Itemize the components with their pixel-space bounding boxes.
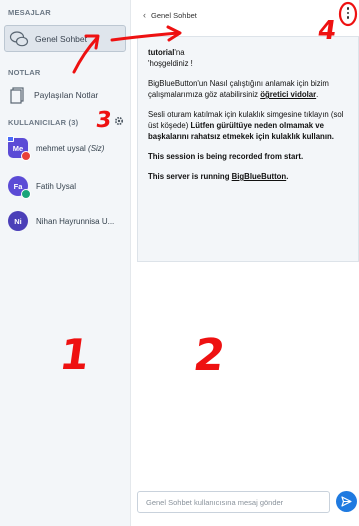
status-badge (21, 189, 31, 199)
user-item[interactable]: Me mehmet uysal (Siz) (7, 136, 128, 161)
annotation-number: 2 (190, 330, 229, 381)
status-badge (21, 151, 31, 161)
chat-header-back[interactable]: ‹ Genel Sohbet (143, 10, 197, 20)
messages-section-title: MESAJLAR (8, 8, 51, 17)
public-chat-item[interactable]: Genel Sohbet (4, 25, 126, 52)
gear-icon[interactable] (114, 116, 124, 126)
send-button[interactable] (336, 491, 357, 512)
notes-icon (10, 87, 24, 104)
tutorial-videos-link[interactable]: öğretici vidolar (260, 90, 316, 99)
shared-notes-label: Paylaşılan Notlar (34, 90, 99, 100)
user-name: Fatih Uysal (36, 181, 77, 191)
notes-section-title: NOTLAR (8, 68, 41, 77)
avatar: Me (7, 136, 31, 161)
presenter-icon (7, 136, 14, 142)
bigbluebutton-link[interactable]: BigBlueButton (232, 172, 287, 181)
user-item[interactable]: Fa Fatih Uysal (8, 174, 128, 199)
sidebar: MESAJLAR Genel Sohbet NOTLAR Paylaşılan … (0, 0, 131, 526)
user-item[interactable]: Ni Nihan Hayrunnisa U... (8, 209, 128, 233)
avatar: Fa (8, 176, 31, 199)
send-icon (341, 496, 352, 507)
shared-notes-item[interactable]: Paylaşılan Notlar (4, 84, 126, 106)
welcome-message: tutorial'na'hoşgeldiniz ! BigBlueButton'… (137, 36, 359, 262)
message-input[interactable] (137, 491, 330, 513)
users-section-title: KULLANICILAR (3) (8, 118, 79, 127)
user-name: Nihan Hayrunnisa U... (36, 216, 115, 226)
chat-icon (9, 30, 29, 46)
chat-title: Genel Sohbet (151, 10, 197, 20)
user-name: mehmet uysal (Siz) (36, 143, 105, 153)
public-chat-label: Genel Sohbet (35, 33, 87, 44)
avatar: Ni (8, 211, 28, 231)
more-options-icon[interactable] (343, 4, 353, 22)
chevron-left-icon: ‹ (143, 10, 146, 20)
